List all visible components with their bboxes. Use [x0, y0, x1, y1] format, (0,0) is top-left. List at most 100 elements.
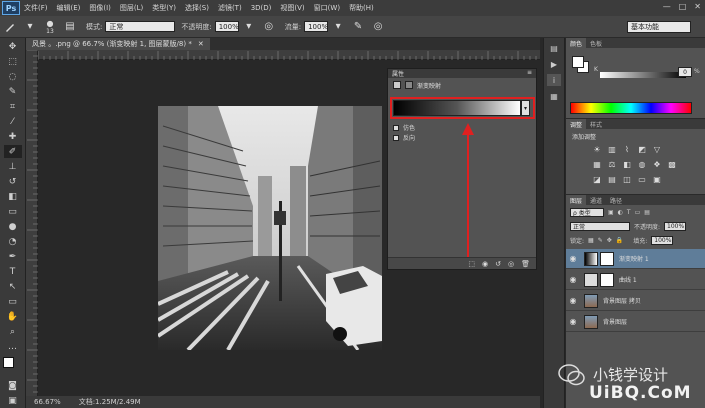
- tab-swatches[interactable]: 色板: [586, 38, 606, 48]
- brightness-icon[interactable]: ☀: [592, 145, 602, 154]
- menu-filter[interactable]: 滤镜(T): [218, 3, 242, 13]
- tab-styles[interactable]: 样式: [586, 119, 606, 129]
- shape-tool-icon[interactable]: ▭: [4, 295, 22, 308]
- color-swatches[interactable]: [2, 357, 23, 377]
- close-tab-icon[interactable]: ✕: [198, 40, 204, 48]
- channel-mixer-icon[interactable]: ❖: [652, 160, 662, 169]
- curves-icon[interactable]: ⌇: [622, 145, 632, 154]
- screen-mode-icon[interactable]: ▣: [4, 394, 22, 407]
- hand-tool-icon[interactable]: ✋: [4, 310, 22, 323]
- layer-opacity-input[interactable]: 100%: [664, 222, 687, 231]
- levels-icon[interactable]: ▥: [607, 145, 617, 154]
- color-balance-icon[interactable]: ⚖: [607, 160, 617, 169]
- reverse-option[interactable]: 反向: [393, 133, 415, 142]
- brush-panel-toggle-icon[interactable]: ▤: [63, 20, 77, 34]
- quick-select-tool-icon[interactable]: ✎: [4, 85, 22, 98]
- tab-color[interactable]: 颜色: [566, 38, 587, 48]
- crop-tool-icon[interactable]: ⌗: [4, 100, 22, 113]
- opacity-dropdown-icon[interactable]: ▾: [242, 20, 256, 34]
- delete-icon[interactable]: 🗑: [521, 260, 530, 268]
- close-button[interactable]: ✕: [694, 2, 701, 11]
- dither-checkbox[interactable]: [393, 124, 399, 131]
- document-tab[interactable]: 风景 。.png @ 66.7% (渐变映射 1, 图层蒙版/8) * ✕: [26, 38, 210, 50]
- layer-row[interactable]: ◉ 背景图层: [566, 312, 705, 332]
- lock-transparent-icon[interactable]: ▦: [588, 237, 594, 244]
- zoom-tool-icon[interactable]: ⌕: [4, 325, 22, 338]
- threshold-icon[interactable]: ◫: [622, 175, 632, 184]
- maximize-button[interactable]: □: [679, 2, 687, 11]
- pen-tool-icon[interactable]: ✒: [4, 250, 22, 263]
- blur-tool-icon[interactable]: ●: [4, 220, 22, 233]
- path-select-tool-icon[interactable]: ↖: [4, 280, 22, 293]
- brush-size-preview[interactable]: ● 13: [43, 19, 57, 35]
- filter-adjustment-icon[interactable]: ◐: [618, 209, 623, 216]
- menu-3d[interactable]: 3D(D): [251, 4, 272, 12]
- k-value-input[interactable]: 0: [678, 67, 692, 77]
- layer-row[interactable]: ◉ 曲线 1: [566, 270, 705, 290]
- move-tool-icon[interactable]: ✥: [4, 40, 22, 53]
- more-tools-icon[interactable]: …: [4, 340, 22, 353]
- pressure-opacity-icon[interactable]: ◎: [262, 20, 276, 34]
- foreground-color[interactable]: [572, 56, 584, 68]
- visibility-eye-icon[interactable]: ◉: [566, 317, 580, 326]
- history-brush-tool-icon[interactable]: ↺: [4, 175, 22, 188]
- tab-channels[interactable]: 通道: [586, 195, 606, 205]
- info-panel-icon[interactable]: i: [547, 74, 561, 86]
- gradient-tool-icon[interactable]: ▭: [4, 205, 22, 218]
- flow-dropdown-icon[interactable]: ▾: [331, 20, 345, 34]
- lock-paint-icon[interactable]: ✎: [598, 237, 603, 244]
- zoom-level[interactable]: 66.67%: [34, 398, 61, 406]
- tab-paths[interactable]: 路径: [606, 195, 626, 205]
- flow-input[interactable]: 100%: [304, 21, 328, 32]
- workspace-select[interactable]: 基本功能: [627, 21, 691, 33]
- airbrush-icon[interactable]: ✎: [351, 20, 365, 34]
- posterize-icon[interactable]: ▤: [607, 175, 617, 184]
- quick-mask-icon[interactable]: ◙: [4, 379, 22, 392]
- menu-file[interactable]: 文件(F): [24, 3, 48, 13]
- dodge-tool-icon[interactable]: ◔: [4, 235, 22, 248]
- filter-shape-icon[interactable]: ▭: [635, 209, 641, 216]
- reverse-checkbox[interactable]: [393, 134, 399, 141]
- menu-layer[interactable]: 图层(L): [120, 3, 143, 13]
- mode-select[interactable]: 正常: [105, 21, 176, 32]
- reset-icon[interactable]: ↺: [495, 260, 501, 268]
- menu-edit[interactable]: 编辑(E): [57, 3, 81, 13]
- lock-move-icon[interactable]: ✥: [607, 237, 612, 244]
- healing-brush-tool-icon[interactable]: ✚: [4, 130, 22, 143]
- brush-tool-icon[interactable]: ✐: [3, 145, 22, 158]
- menu-view[interactable]: 视图(V): [280, 3, 304, 13]
- layer-row[interactable]: ◉ 背景图层 拷贝: [566, 291, 705, 311]
- marquee-tool-icon[interactable]: ⬚: [4, 55, 22, 68]
- visibility-icon[interactable]: ◎: [508, 260, 514, 268]
- blend-mode-select[interactable]: 正常: [570, 222, 630, 231]
- visibility-eye-icon[interactable]: ◉: [566, 275, 580, 284]
- tab-adjustments[interactable]: 调整: [566, 119, 587, 129]
- menu-type[interactable]: 类型(Y): [152, 3, 176, 13]
- clip-to-layer-icon[interactable]: ⬚: [468, 260, 475, 268]
- layer-filter-select[interactable]: ρ 类型: [570, 208, 604, 217]
- foreground-color-swatch[interactable]: [2, 357, 14, 368]
- filter-smart-icon[interactable]: ▤: [644, 209, 650, 216]
- city-street-photo[interactable]: [158, 106, 382, 350]
- view-previous-icon[interactable]: ◉: [482, 260, 488, 268]
- fill-input[interactable]: 100%: [651, 236, 674, 245]
- lasso-tool-icon[interactable]: ◌: [4, 70, 22, 83]
- color-spectrum[interactable]: [570, 102, 692, 114]
- pressure-size-icon[interactable]: ◎: [371, 20, 385, 34]
- black-white-icon[interactable]: ◧: [622, 160, 632, 169]
- dropdown-arrow-icon[interactable]: ▾: [23, 20, 37, 34]
- history-panel-icon[interactable]: ▤: [547, 42, 561, 54]
- menu-window[interactable]: 窗口(W): [314, 3, 340, 13]
- eyedropper-tool-icon[interactable]: ⁄: [4, 115, 22, 128]
- filter-pixel-icon[interactable]: ▣: [608, 209, 614, 216]
- menu-help[interactable]: 帮助(H): [349, 3, 374, 13]
- visibility-eye-icon[interactable]: ◉: [566, 296, 580, 305]
- clone-stamp-tool-icon[interactable]: ⊥: [4, 160, 22, 173]
- selective-color-icon[interactable]: ▣: [652, 175, 662, 184]
- actions-panel-icon[interactable]: ▶: [547, 58, 561, 70]
- photo-filter-icon[interactable]: ◍: [637, 160, 647, 169]
- minimize-button[interactable]: —: [663, 2, 671, 11]
- lock-all-icon[interactable]: 🔒: [616, 237, 623, 244]
- layer-mask-icon[interactable]: [405, 81, 413, 89]
- panel-menu-icon[interactable]: ≡: [527, 69, 532, 76]
